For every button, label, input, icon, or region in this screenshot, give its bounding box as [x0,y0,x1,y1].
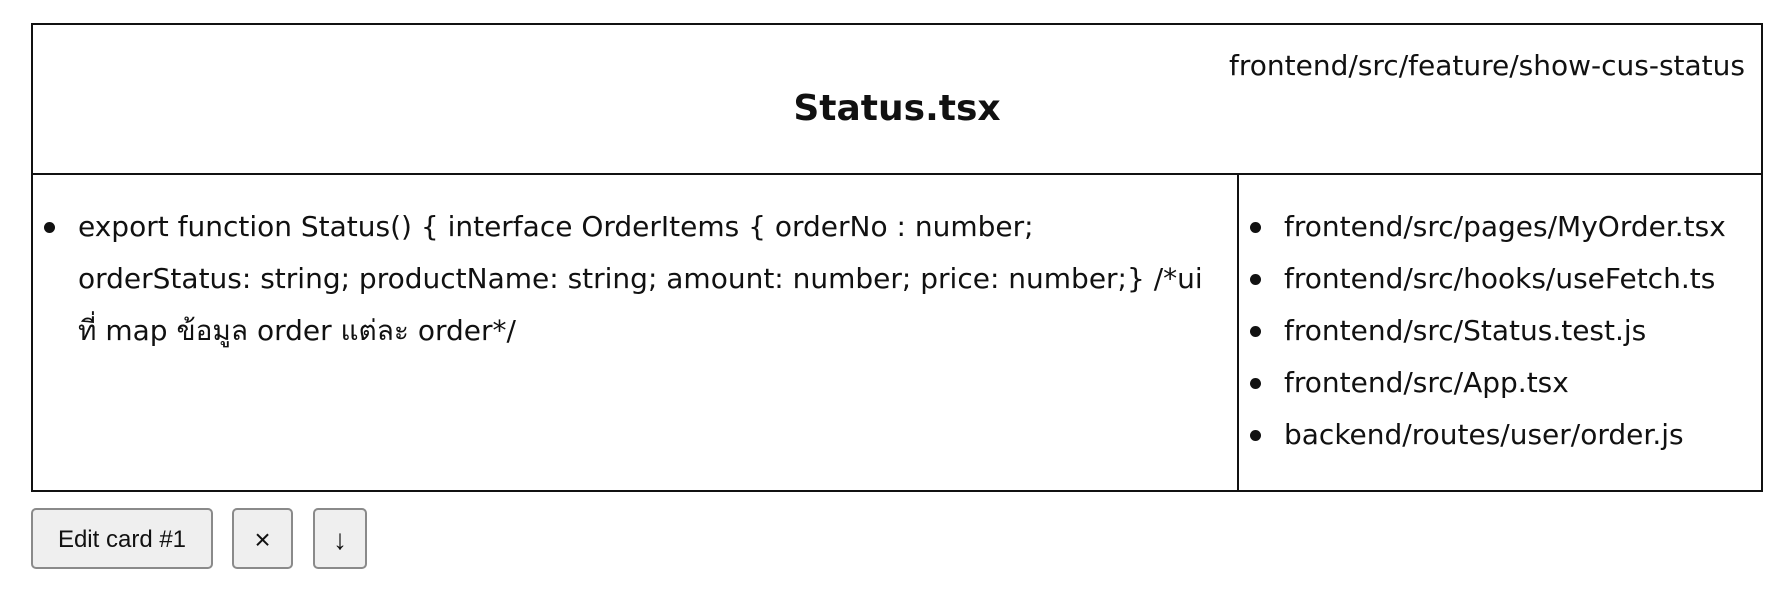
card-main-column: export function Status() { interface Ord… [33,175,1239,490]
related-file-item: frontend/src/App.tsx [1239,357,1759,409]
close-icon: × [254,524,271,555]
bullet-icon [1250,378,1261,389]
related-file-text: frontend/src/Status.test.js [1284,314,1647,347]
card-header: frontend/src/feature/show-cus-status Sta… [33,25,1761,175]
bullet-icon [1250,430,1261,441]
related-file-item: frontend/src/pages/MyOrder.tsx [1239,201,1759,253]
related-file-text: frontend/src/hooks/useFetch.ts [1284,262,1716,295]
arrow-down-icon: ↓ [333,524,347,555]
card-title: Status.tsx [793,88,1001,129]
bullet-icon [1250,274,1261,285]
main-item-list: export function Status() { interface Ord… [33,201,1233,357]
main-item-text: export function Status() { interface Ord… [78,210,1203,347]
card-path: frontend/src/feature/show-cus-status [1229,49,1745,82]
main-item: export function Status() { interface Ord… [33,201,1233,357]
bullet-icon [44,222,55,233]
related-file-text: backend/routes/user/order.js [1284,418,1684,451]
related-file-list: frontend/src/pages/MyOrder.tsx frontend/… [1239,201,1759,461]
card-body: export function Status() { interface Ord… [33,175,1761,490]
close-button[interactable]: × [232,508,293,569]
bullet-icon [1250,222,1261,233]
related-file-text: frontend/src/pages/MyOrder.tsx [1284,210,1726,243]
related-file-text: frontend/src/App.tsx [1284,366,1569,399]
related-file-item: frontend/src/Status.test.js [1239,305,1759,357]
move-down-button[interactable]: ↓ [313,508,367,569]
bullet-icon [1250,326,1261,337]
edit-card-button[interactable]: Edit card #1 [31,508,213,569]
card: frontend/src/feature/show-cus-status Sta… [31,23,1763,492]
card-side-column: frontend/src/pages/MyOrder.tsx frontend/… [1239,175,1761,490]
related-file-item: frontend/src/hooks/useFetch.ts [1239,253,1759,305]
related-file-item: backend/routes/user/order.js [1239,409,1759,461]
